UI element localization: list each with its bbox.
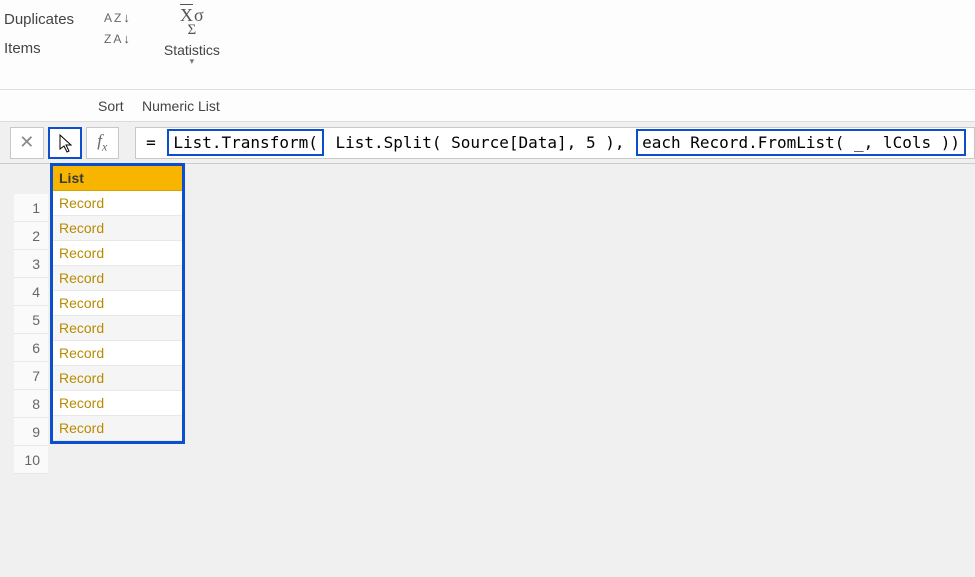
- row-number: 8: [14, 390, 48, 418]
- grid-area: List Record Record Record Record Record …: [0, 163, 975, 444]
- formula-prefix: =: [144, 129, 167, 156]
- formula-segment-transform: List.Transform(: [167, 129, 324, 156]
- list-item[interactable]: Record: [53, 391, 182, 416]
- close-icon: ✕: [19, 132, 34, 153]
- formula-input[interactable]: = List.Transform( List.Split( Source[Dat…: [135, 127, 975, 159]
- ribbon-group-labels: Sort Numeric List: [0, 90, 975, 122]
- list-item[interactable]: Record: [53, 341, 182, 366]
- results-grid: List Record Record Record Record Record …: [50, 163, 185, 444]
- group-label-numeric-list: Numeric List: [142, 98, 220, 114]
- cursor-icon: [59, 134, 71, 152]
- formula-segment-split: List.Split( Source[Data], 5 ),: [324, 129, 636, 156]
- cancel-button[interactable]: ✕: [10, 127, 44, 159]
- row-number: 7: [14, 362, 48, 390]
- items-label: Items: [4, 35, 98, 64]
- row-number-gutter: 1 2 3 4 5 6 7 8 9 10: [14, 194, 48, 474]
- row-number: 4: [14, 278, 48, 306]
- duplicates-label: Duplicates: [4, 6, 98, 35]
- row-number: 10: [14, 446, 48, 474]
- ribbon-left-labels: Duplicates Items: [0, 6, 98, 63]
- list-item[interactable]: Record: [53, 316, 182, 341]
- formula-segment-each: each Record.FromList( _, lCols )): [636, 129, 966, 156]
- enter-button[interactable]: [48, 127, 82, 159]
- list-item[interactable]: Record: [53, 241, 182, 266]
- statistics-icon[interactable]: Xσ Σ: [180, 6, 204, 38]
- formula-bar: ✕ fx = List.Transform( List.Split( Sourc…: [0, 122, 975, 164]
- group-label-sort: Sort: [98, 98, 138, 114]
- row-number: 2: [14, 222, 48, 250]
- list-item[interactable]: Record: [53, 216, 182, 241]
- ribbon: Duplicates Items AZ↓ ZA↓ Xσ Σ Statistics…: [0, 0, 975, 90]
- list-item[interactable]: Record: [53, 191, 182, 216]
- list-item[interactable]: Record: [53, 291, 182, 316]
- sort-icons[interactable]: AZ↓ ZA↓: [104, 6, 130, 46]
- row-number: 5: [14, 306, 48, 334]
- row-number: 9: [14, 418, 48, 446]
- fx-icon: fx: [97, 131, 107, 154]
- list-item[interactable]: Record: [53, 366, 182, 391]
- row-number: 3: [14, 250, 48, 278]
- ribbon-group-sort: AZ↓ ZA↓: [104, 6, 130, 46]
- list-item[interactable]: Record: [53, 266, 182, 291]
- sort-asc-icon[interactable]: AZ↓: [104, 10, 130, 25]
- row-number: 1: [14, 194, 48, 222]
- ribbon-group-statistics[interactable]: Xσ Σ Statistics ▾: [164, 6, 220, 67]
- chevron-down-icon[interactable]: ▾: [190, 56, 195, 67]
- list-item[interactable]: Record: [53, 416, 182, 441]
- column-header-list[interactable]: List: [53, 166, 182, 191]
- fx-button[interactable]: fx: [86, 127, 120, 159]
- sort-desc-icon[interactable]: ZA↓: [104, 31, 130, 46]
- row-number: 6: [14, 334, 48, 362]
